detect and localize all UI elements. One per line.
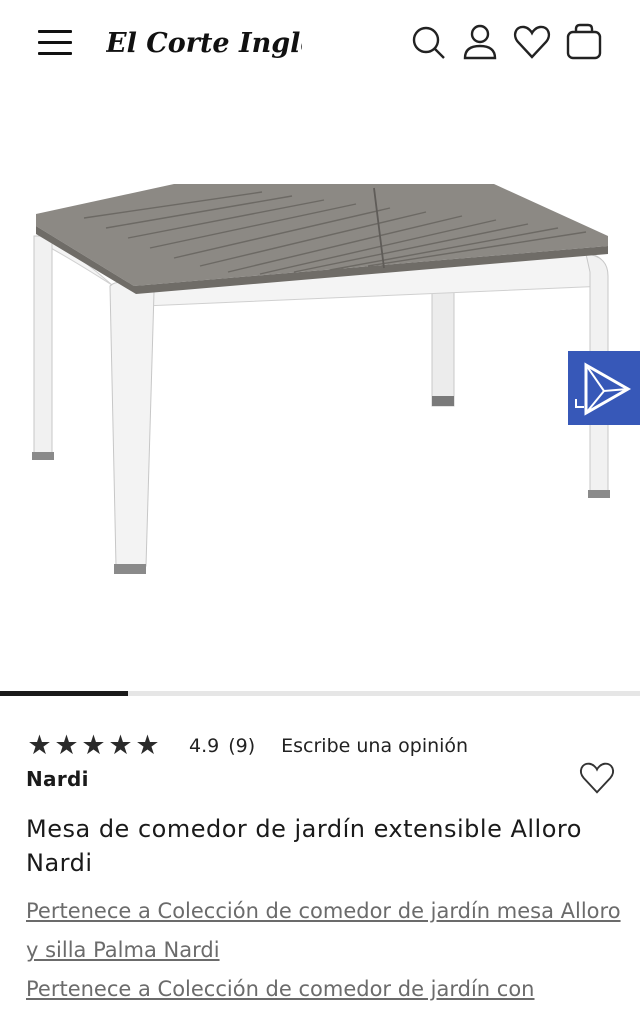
star-icon: ★ [54,730,79,761]
write-review-link[interactable]: Escribe una opinión [281,735,468,757]
gallery-progress-track [0,691,640,696]
search-icon[interactable] [408,22,448,62]
star-icon: ★ [108,730,133,761]
collection-link[interactable]: Pertenece a Colección de comedor de jard… [26,892,626,970]
product-title: Mesa de comedor de jardín extensible All… [26,815,582,877]
collection-link[interactable]: Pertenece a Colección de comedor de jard… [26,970,626,1011]
ar-view-button[interactable] [568,351,640,425]
star-icon: ★ [135,730,160,761]
logo-text: El Corte Inglés [106,28,302,59]
product-image[interactable] [24,96,616,586]
heart-icon [580,762,614,794]
shopping-bag-icon[interactable] [564,22,604,62]
menu-icon[interactable] [38,28,72,56]
ar-view-icon [575,362,632,416]
add-to-wishlist-button[interactable] [578,759,616,797]
rating-stars[interactable]: ★ ★ ★ ★ ★ [26,731,161,761]
star-icon: ★ [81,730,106,761]
site-header: El Corte Inglés [0,0,640,86]
product-brand[interactable]: Nardi [26,767,89,791]
star-icon: ★ [27,730,52,761]
heart-icon[interactable] [512,22,552,62]
site-logo[interactable]: El Corte Inglés [105,16,333,70]
rating-count[interactable]: (9) [228,735,255,757]
user-icon[interactable] [460,22,500,62]
rating-row: ★ ★ ★ ★ ★ 4.9 (9) Escribe una opinión [26,731,468,761]
gallery-progress-bar [0,691,128,696]
rating-value: 4.9 [189,735,220,757]
